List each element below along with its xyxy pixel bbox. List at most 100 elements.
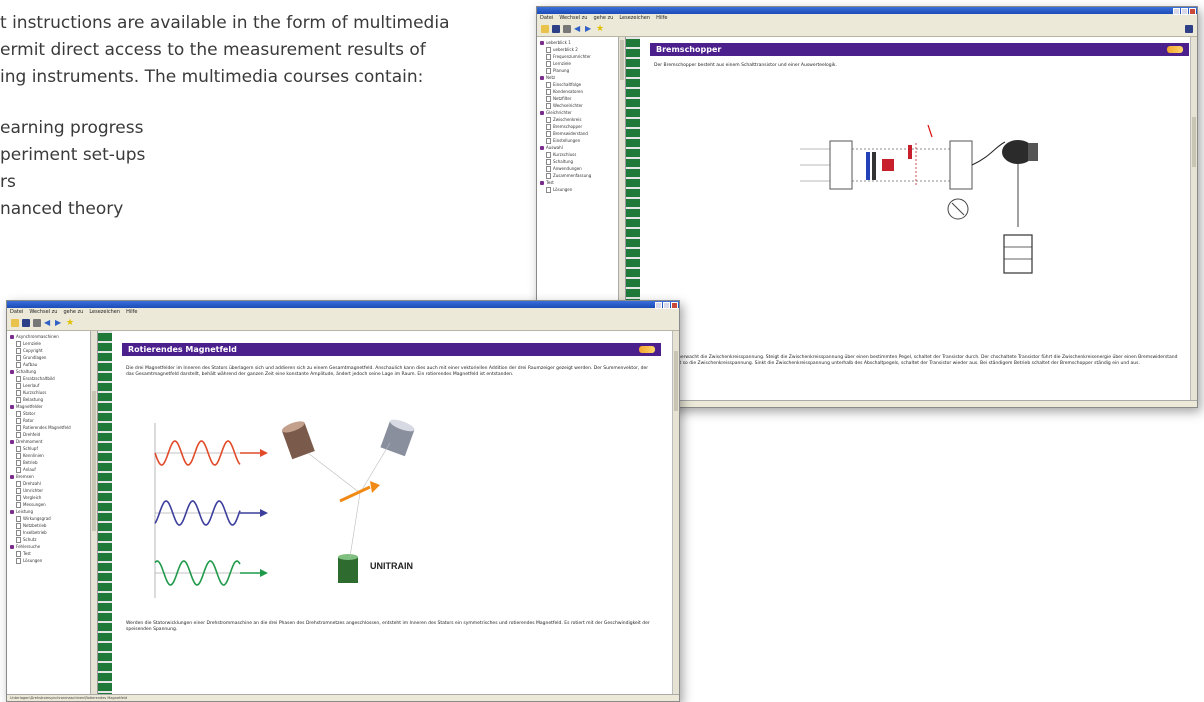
tree-item[interactable]: Zusammenfassung xyxy=(540,172,625,179)
window-titlebar[interactable] xyxy=(537,7,1197,15)
tree-item[interactable]: Leerlauf xyxy=(10,382,97,389)
tree-item[interactable]: Fehlersuche xyxy=(10,543,97,550)
tree-item[interactable]: Schlupf xyxy=(10,445,97,452)
bookmark-star-icon[interactable]: ★ xyxy=(66,319,74,328)
tree-item[interactable]: Drehmoment xyxy=(10,438,97,445)
tree-item[interactable]: Anlauf xyxy=(10,466,97,473)
tree-item[interactable]: Schaltung xyxy=(10,368,97,375)
tree-item-label: Rotierendes Magnetfeld xyxy=(23,425,71,430)
page-icon xyxy=(16,354,21,361)
tree-item[interactable]: ueberblick 1 xyxy=(540,39,625,46)
tree-item[interactable]: Betrieb xyxy=(10,459,97,466)
tree-item[interactable]: Drehzahl xyxy=(10,480,97,487)
tree-item[interactable]: Bremswiderstand xyxy=(540,130,625,137)
tree-item[interactable]: Lösungen xyxy=(10,557,97,564)
tree-item[interactable]: Lernziele xyxy=(10,340,97,347)
menu-item-wechsel[interactable]: Wechsel zu xyxy=(559,14,587,22)
tree-item[interactable]: Einstellungen xyxy=(540,137,625,144)
tree-item[interactable]: Kurzschluss xyxy=(10,389,97,396)
panel-icon[interactable] xyxy=(1185,25,1193,33)
tree-item[interactable]: Rotierendes Magnetfeld xyxy=(10,424,97,431)
tree-item[interactable]: Kennlinien xyxy=(10,452,97,459)
tree-item[interactable]: Gleichrichter xyxy=(540,109,625,116)
tree-item[interactable]: Leistung xyxy=(10,508,97,515)
back-arrow-icon[interactable]: ◀ xyxy=(44,319,52,327)
tree-item-label: Gleichrichter xyxy=(546,110,572,115)
tree-item[interactable]: Netzfilter xyxy=(540,95,625,102)
tree-item[interactable]: Zwischenkreis xyxy=(540,116,625,123)
menu-item-gehe[interactable]: gehe zu xyxy=(593,14,613,22)
folder-icon[interactable] xyxy=(541,25,549,33)
tree-item[interactable]: Rotor xyxy=(10,417,97,424)
tree-item[interactable]: Kurzschluss xyxy=(540,151,625,158)
course-tree[interactable]: Asynchronmaschinen Lernziele Copyright Grun… xyxy=(7,331,98,695)
menu-item-hilfe[interactable]: Hilfe xyxy=(656,14,667,22)
menu-item-lesezeichen[interactable]: Lesezeichen xyxy=(619,14,650,22)
menu-item-hilfe[interactable]: Hilfe xyxy=(126,308,137,316)
menu-item-lesezeichen[interactable]: Lesezeichen xyxy=(89,308,120,316)
tree-item[interactable]: Kondensatoren xyxy=(540,88,625,95)
tree-item[interactable]: Lösungen xyxy=(540,186,625,193)
bookmark-star-icon[interactable]: ★ xyxy=(596,25,604,34)
forward-arrow-icon[interactable]: ▶ xyxy=(585,25,593,33)
tree-item[interactable]: Magnetfelder xyxy=(10,403,97,410)
maximize-icon[interactable] xyxy=(1181,8,1188,15)
close-icon[interactable] xyxy=(671,302,678,309)
grid-icon[interactable] xyxy=(552,25,560,33)
tree-item[interactable]: Messungen xyxy=(10,501,97,508)
tree-item[interactable]: Netz xyxy=(540,74,625,81)
tree-item[interactable]: Schutz xyxy=(10,536,97,543)
tree-item[interactable]: Auswahl xyxy=(540,144,625,151)
print-icon[interactable] xyxy=(563,25,571,33)
tree-item[interactable]: Lernziele xyxy=(540,60,625,67)
content-scrollbar[interactable] xyxy=(672,331,679,695)
menu-item-gehe[interactable]: gehe zu xyxy=(63,308,83,316)
grid-icon[interactable] xyxy=(22,319,30,327)
window-titlebar[interactable] xyxy=(7,301,679,309)
tree-item[interactable]: Drehfeld xyxy=(10,431,97,438)
tree-item[interactable]: Bremschopper xyxy=(540,123,625,130)
content-scrollbar[interactable] xyxy=(1190,37,1197,401)
tree-item[interactable]: Copyright xyxy=(10,347,97,354)
tree-item[interactable]: Test xyxy=(10,550,97,557)
tree-item[interactable]: Belastung xyxy=(10,396,97,403)
book-icon xyxy=(10,369,14,374)
tree-item[interactable]: Inselbetrieb xyxy=(10,529,97,536)
menu-item-datei[interactable]: Datei xyxy=(540,14,553,22)
tree-item[interactable]: Test xyxy=(540,179,625,186)
menu-item-wechsel[interactable]: Wechsel zu xyxy=(29,308,57,316)
tree-item[interactable]: Stator xyxy=(10,410,97,417)
menu-item-datei[interactable]: Datei xyxy=(10,308,23,316)
print-icon[interactable] xyxy=(33,319,41,327)
tree-item[interactable]: Planung xyxy=(540,67,625,74)
close-icon[interactable] xyxy=(1189,8,1196,15)
maximize-icon[interactable] xyxy=(663,302,670,309)
tree-item[interactable]: Einschaltfolge xyxy=(540,81,625,88)
tree-scrollbar[interactable] xyxy=(90,331,97,695)
minimize-icon[interactable] xyxy=(1173,8,1180,15)
window-rotierendes-magnetfeld[interactable]: Datei Wechsel zu gehe zu Lesezeichen Hil… xyxy=(6,300,680,702)
tree-item[interactable]: Wirkungsgrad xyxy=(10,515,97,522)
tree-item[interactable]: Netzbetrieb xyxy=(10,522,97,529)
tree-item-label: Schutz xyxy=(23,537,37,542)
forward-arrow-icon[interactable]: ▶ xyxy=(55,319,63,327)
tree-item[interactable]: Bremsen xyxy=(10,473,97,480)
tree-item[interactable]: Anwendungen xyxy=(540,165,625,172)
back-arrow-icon[interactable]: ◀ xyxy=(574,25,582,33)
tree-item[interactable]: Grundlagen xyxy=(10,354,97,361)
page-icon xyxy=(16,487,21,494)
tree-item[interactable]: Aufbau xyxy=(10,361,97,368)
tree-item[interactable]: Frequenzumrichter xyxy=(540,53,625,60)
tree-item-label: Wirkungsgrad xyxy=(23,516,51,521)
tree-item[interactable]: ueberblick 2 xyxy=(540,46,625,53)
tree-item[interactable]: Asynchronmaschinen xyxy=(10,333,97,340)
tree-item-label: Kondensatoren xyxy=(553,89,584,94)
tree-item[interactable]: Ersatzschaltbild xyxy=(10,375,97,382)
tree-item[interactable]: Vergleich xyxy=(10,494,97,501)
minimize-icon[interactable] xyxy=(655,302,662,309)
tree-item[interactable]: Schaltung xyxy=(540,158,625,165)
tree-item[interactable]: Wechselrichter xyxy=(540,102,625,109)
unitrain-logo-text: UNITRAIN xyxy=(370,561,413,571)
tree-item[interactable]: Umrichter xyxy=(10,487,97,494)
folder-icon[interactable] xyxy=(11,319,19,327)
